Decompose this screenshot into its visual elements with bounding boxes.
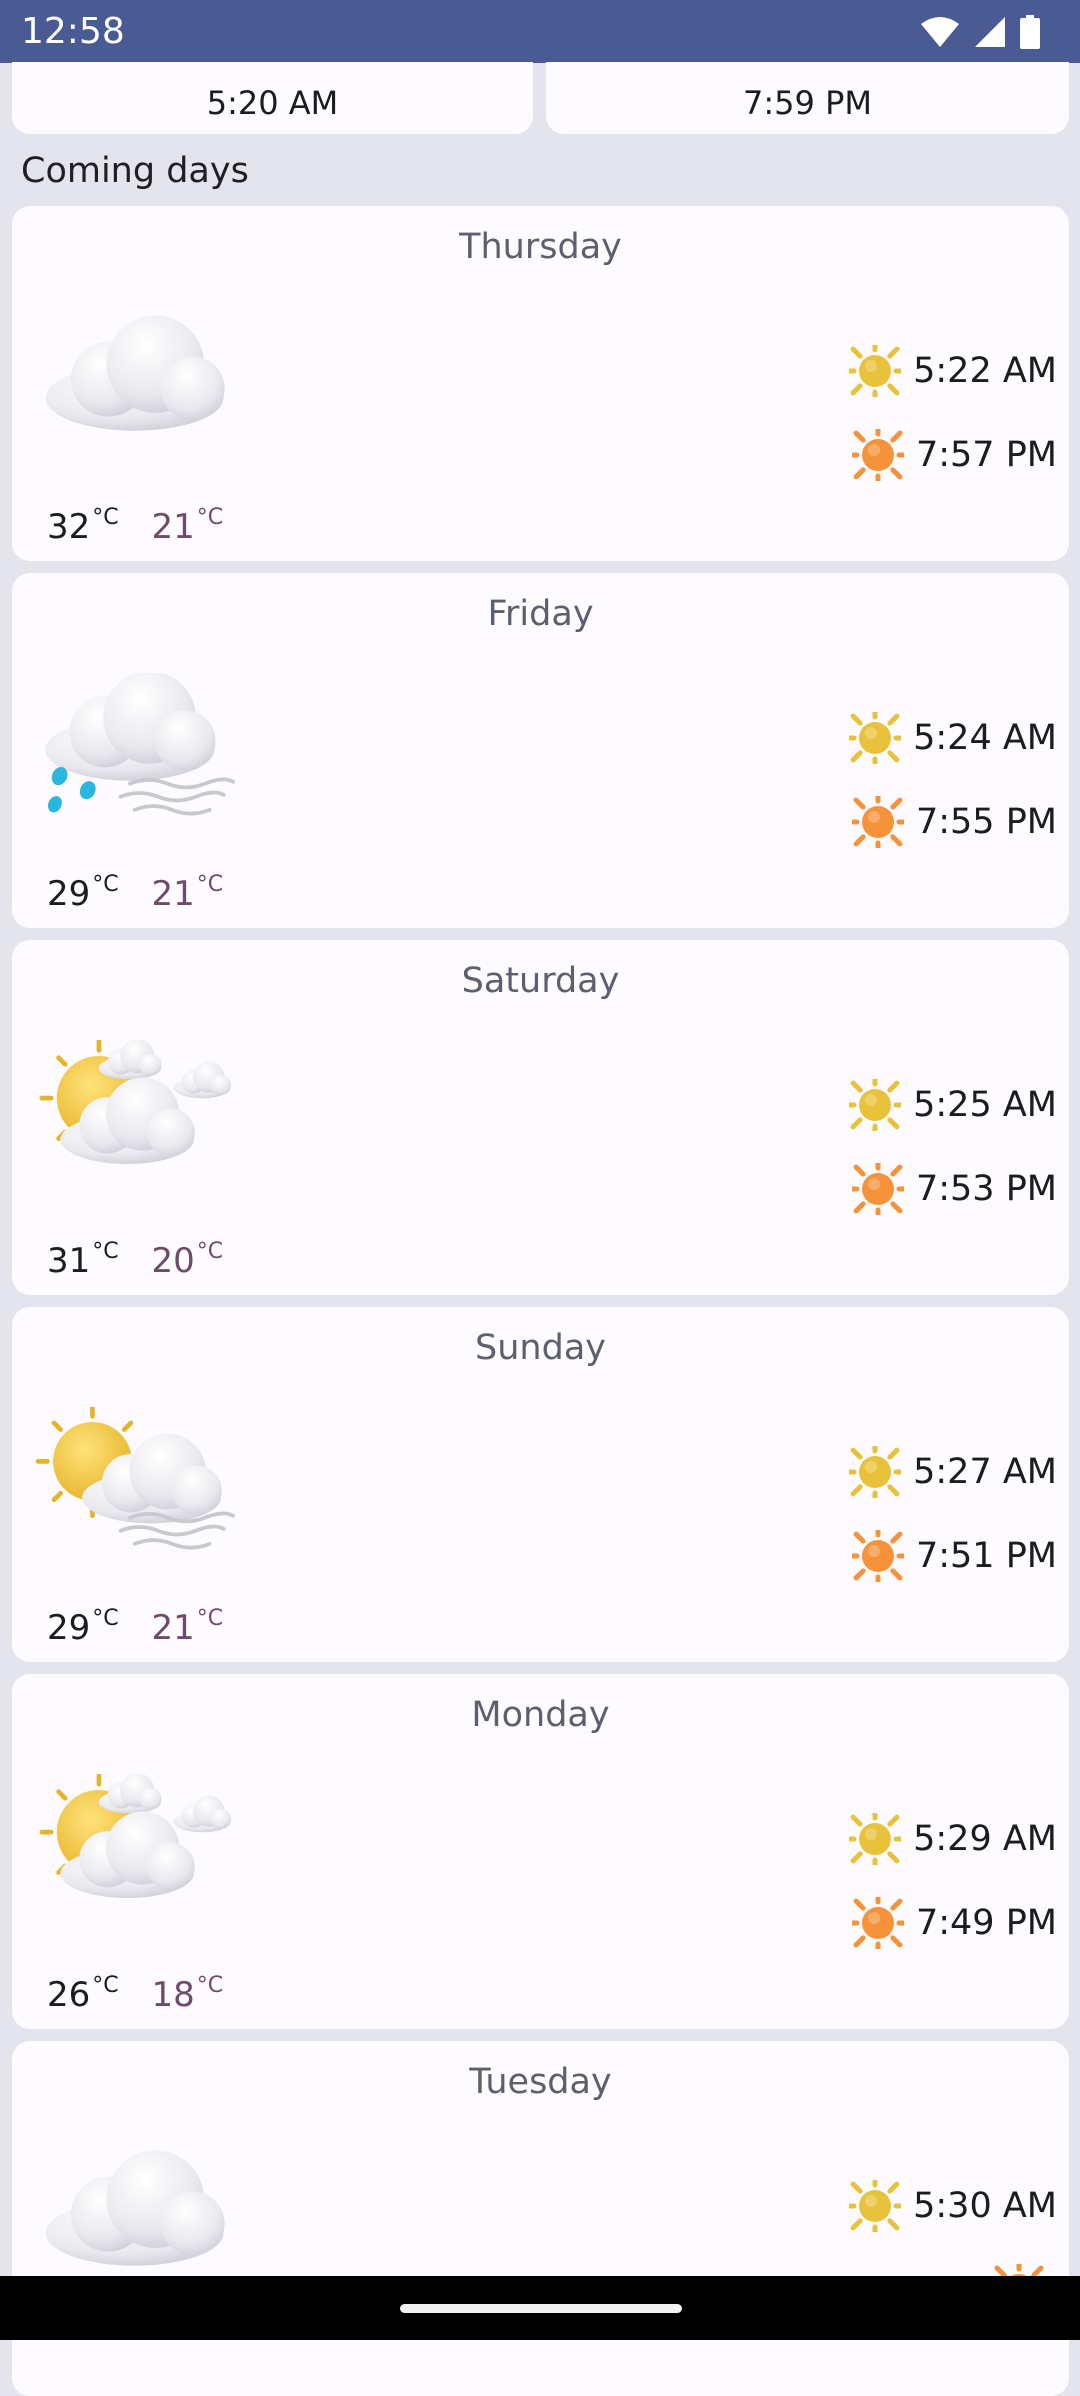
min-temp: 18°C: [151, 1973, 224, 2015]
sunrise-time: 5:25 AM: [913, 1085, 1057, 1125]
sunset-icon: [851, 1163, 904, 1215]
today-sunset-card: 7:59 PM: [546, 62, 1069, 134]
today-sunset-time: 7:59 PM: [743, 84, 872, 122]
sunset-icon: [851, 1897, 904, 1949]
min-temp: 21°C: [151, 872, 224, 914]
max-temp: 29°C: [47, 872, 119, 914]
signal-icon: [974, 16, 1006, 48]
sunset-icon: [851, 796, 904, 848]
day-name: Tuesday: [469, 2062, 612, 2102]
max-temp: 32°C: [47, 505, 119, 547]
sunset-row: 7:49 PM: [851, 1893, 1057, 1953]
temperature-range: 31°C 20°C: [47, 1230, 223, 1283]
temperature-range: 26°C 18°C: [47, 1964, 223, 2017]
status-icons: [920, 12, 1040, 52]
day-name: Monday: [471, 1695, 610, 1735]
home-gesture-handle[interactable]: [400, 2304, 682, 2313]
sunset-icon: [851, 429, 904, 481]
day-card-friday[interactable]: Friday 29°C 21°C 5:24 AM 7:55 PM: [12, 573, 1069, 928]
day-card-thursday[interactable]: Thursday 32°C 21°C 5:22 AM 7:57 PM: [12, 206, 1069, 561]
sunset-row: 7:55 PM: [851, 792, 1057, 852]
sunset-time: 7:53 PM: [915, 1169, 1057, 1209]
today-sunrise-time: 5:20 AM: [206, 84, 339, 122]
sunset-time: 7:57 PM: [915, 435, 1057, 475]
cloudy-icon: [45, 315, 225, 431]
battery-icon: [1020, 15, 1040, 49]
sunrise-time: 5:24 AM: [913, 718, 1057, 758]
sunrise-icon: [849, 1446, 902, 1498]
min-temp: 20°C: [151, 1239, 224, 1281]
day-card-tuesday[interactable]: Tuesday 5:30 AM: [12, 2041, 1069, 2396]
sunrise-icon: [849, 712, 902, 764]
day-card-saturday[interactable]: Saturday 31°C 20°C 5:25 AM 7:53 PM: [12, 940, 1069, 1295]
day-name: Friday: [487, 594, 594, 634]
rain-wind-cloud-icon: [45, 673, 235, 816]
sunrise-icon: [849, 1079, 902, 1131]
day-name: Sunday: [475, 1328, 606, 1368]
sunrise-time: 5:29 AM: [913, 1819, 1057, 1859]
sunrise-icon: [849, 345, 902, 397]
max-temp: 26°C: [47, 1973, 119, 2015]
sunrise-time: 5:22 AM: [913, 351, 1057, 391]
coming-days-title: Coming days: [21, 151, 249, 191]
sunset-time: 7:55 PM: [915, 802, 1057, 842]
max-temp: 29°C: [47, 1606, 119, 1648]
sunset-row: 7:57 PM: [851, 425, 1057, 485]
today-sunrise-card: 5:20 AM: [12, 62, 533, 134]
sunset-icon: [851, 1530, 904, 1582]
day-name: Saturday: [461, 961, 620, 1001]
status-bar: 12:58: [0, 0, 1080, 63]
day-card-monday[interactable]: Monday 26°C 18°C 5:29 AM 7:49 PM: [12, 1674, 1069, 2029]
sunrise-row: 5:22 AM: [849, 341, 1057, 401]
temperature-range: 29°C 21°C: [47, 863, 223, 916]
sunset-row: 7:51 PM: [851, 1526, 1057, 1586]
sunrise-row: 5:24 AM: [849, 708, 1057, 768]
sunrise-time: 5:27 AM: [913, 1452, 1057, 1492]
sunrise-row: 5:27 AM: [849, 1442, 1057, 1502]
sunset-row: 7:53 PM: [851, 1159, 1057, 1219]
min-temp: 21°C: [151, 505, 224, 547]
temperature-range: 29°C 21°C: [47, 1597, 223, 1650]
status-time: 12:58: [21, 11, 125, 52]
temperature-range: 32°C 21°C: [47, 496, 223, 549]
sunrise-icon: [849, 2180, 902, 2232]
sunrise-row: 5:29 AM: [849, 1809, 1057, 1869]
day-name: Thursday: [459, 227, 622, 267]
sunrise-row: 5:25 AM: [849, 1075, 1057, 1135]
min-temp: 21°C: [151, 1606, 224, 1648]
sunrise-row: 5:30 AM: [849, 2176, 1057, 2236]
max-temp: 31°C: [47, 1239, 119, 1281]
sunset-time: 7:51 PM: [915, 1536, 1057, 1576]
cloudy-icon: [45, 2150, 225, 2266]
day-card-sunday[interactable]: Sunday 29°C 21°C 5:27 AM 7:51 PM: [12, 1307, 1069, 1662]
sun-cloud-wind-icon: [35, 1407, 235, 1550]
sunrise-time: 5:30 AM: [913, 2186, 1057, 2226]
partly-cloudy-icon: [39, 1774, 231, 1898]
sunset-time: 7:49 PM: [915, 1903, 1057, 1943]
wifi-icon: [920, 16, 960, 48]
partly-cloudy-icon: [39, 1040, 231, 1164]
sunrise-icon: [849, 1813, 902, 1865]
